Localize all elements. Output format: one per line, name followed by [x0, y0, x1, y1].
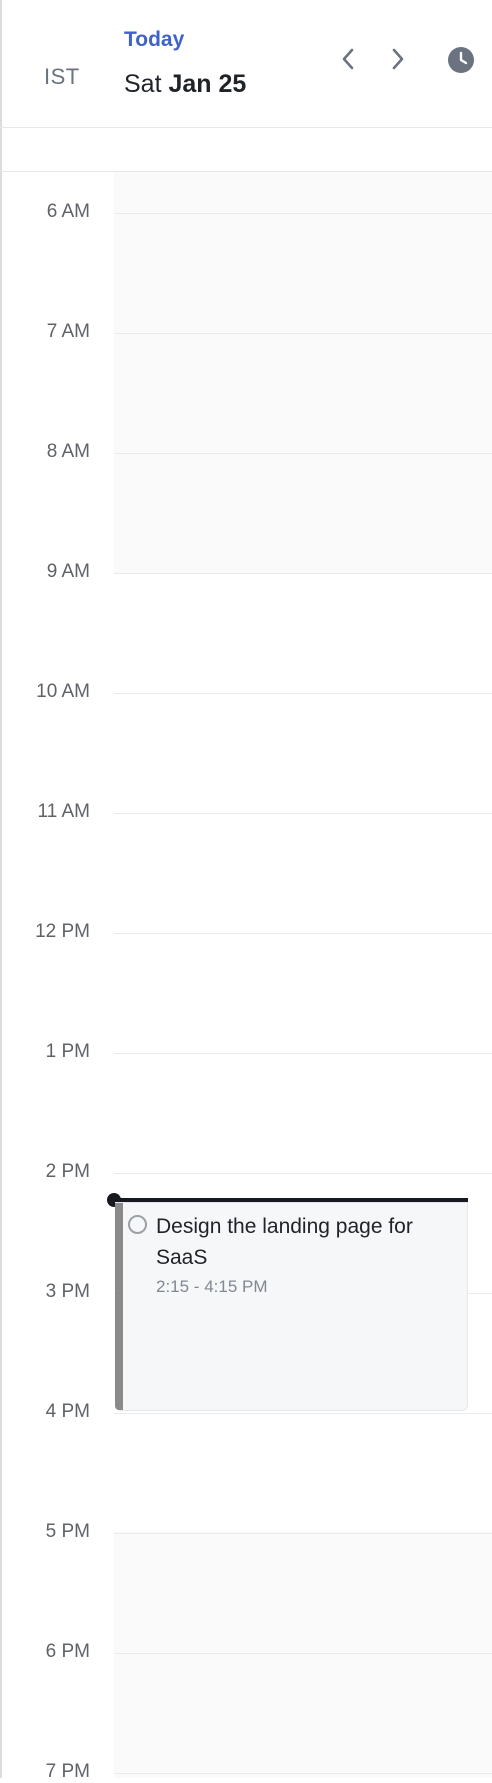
hour-line — [114, 1773, 492, 1774]
hour-label: 8 AM — [46, 441, 90, 462]
hour-label: 1 PM — [45, 1041, 90, 1062]
calendar-header: IST Today Sat Jan 25 — [0, 0, 492, 128]
all-day-row[interactable] — [0, 128, 492, 172]
chevron-left-icon — [342, 48, 354, 70]
chevron-right-icon — [392, 48, 404, 70]
hour-line — [114, 1413, 492, 1414]
hour-label: 2 PM — [45, 1161, 90, 1182]
event-color-bar — [115, 1203, 123, 1410]
clock-button[interactable] — [447, 46, 475, 74]
hour-label: 6 PM — [45, 1641, 90, 1662]
hour-label: 3 PM — [45, 1281, 90, 1302]
hour-label: 12 PM — [35, 921, 90, 942]
hour-line — [114, 1173, 492, 1174]
hour-line — [114, 1653, 492, 1654]
hour-line — [114, 333, 492, 334]
hour-line — [114, 933, 492, 934]
next-day-button[interactable] — [382, 44, 412, 74]
previous-day-button[interactable] — [334, 44, 364, 74]
hour-label: 9 AM — [46, 561, 90, 582]
off-hours-shade — [114, 172, 492, 573]
hour-line — [114, 1053, 492, 1054]
hour-line — [114, 1533, 492, 1534]
hour-line — [114, 213, 492, 214]
off-hours-shade — [114, 1532, 492, 1778]
event-complete-checkbox[interactable] — [128, 1215, 147, 1234]
calendar-event[interactable]: Design the landing page for SaaS 2:15 - … — [115, 1202, 468, 1411]
day-grid[interactable]: 6 AM 7 AM 8 AM 9 AM 10 AM 11 AM 12 PM 1 PM 2 PM 3… — [0, 172, 492, 1782]
hour-line — [114, 813, 492, 814]
hour-label: 11 AM — [37, 801, 90, 822]
hour-label: 10 AM — [36, 681, 90, 702]
hour-label: 5 PM — [45, 1521, 90, 1542]
clock-icon — [448, 47, 474, 73]
date-weekday: Sat — [124, 70, 162, 98]
hour-label: 7 PM — [45, 1761, 90, 1782]
date-day: Jan 25 — [168, 70, 247, 98]
hour-label: 4 PM — [45, 1401, 90, 1422]
hour-label: 6 AM — [46, 201, 90, 222]
hour-line — [114, 453, 492, 454]
current-date: Sat Jan 25 — [124, 70, 246, 99]
event-time: 2:15 - 4:15 PM — [156, 1277, 268, 1296]
event-title: Design the landing page for SaaS — [156, 1215, 413, 1269]
hour-line — [114, 573, 492, 574]
hour-label: 7 AM — [46, 321, 90, 342]
hour-line — [114, 693, 492, 694]
timezone-label: IST — [44, 64, 80, 89]
today-button[interactable]: Today — [124, 28, 184, 52]
